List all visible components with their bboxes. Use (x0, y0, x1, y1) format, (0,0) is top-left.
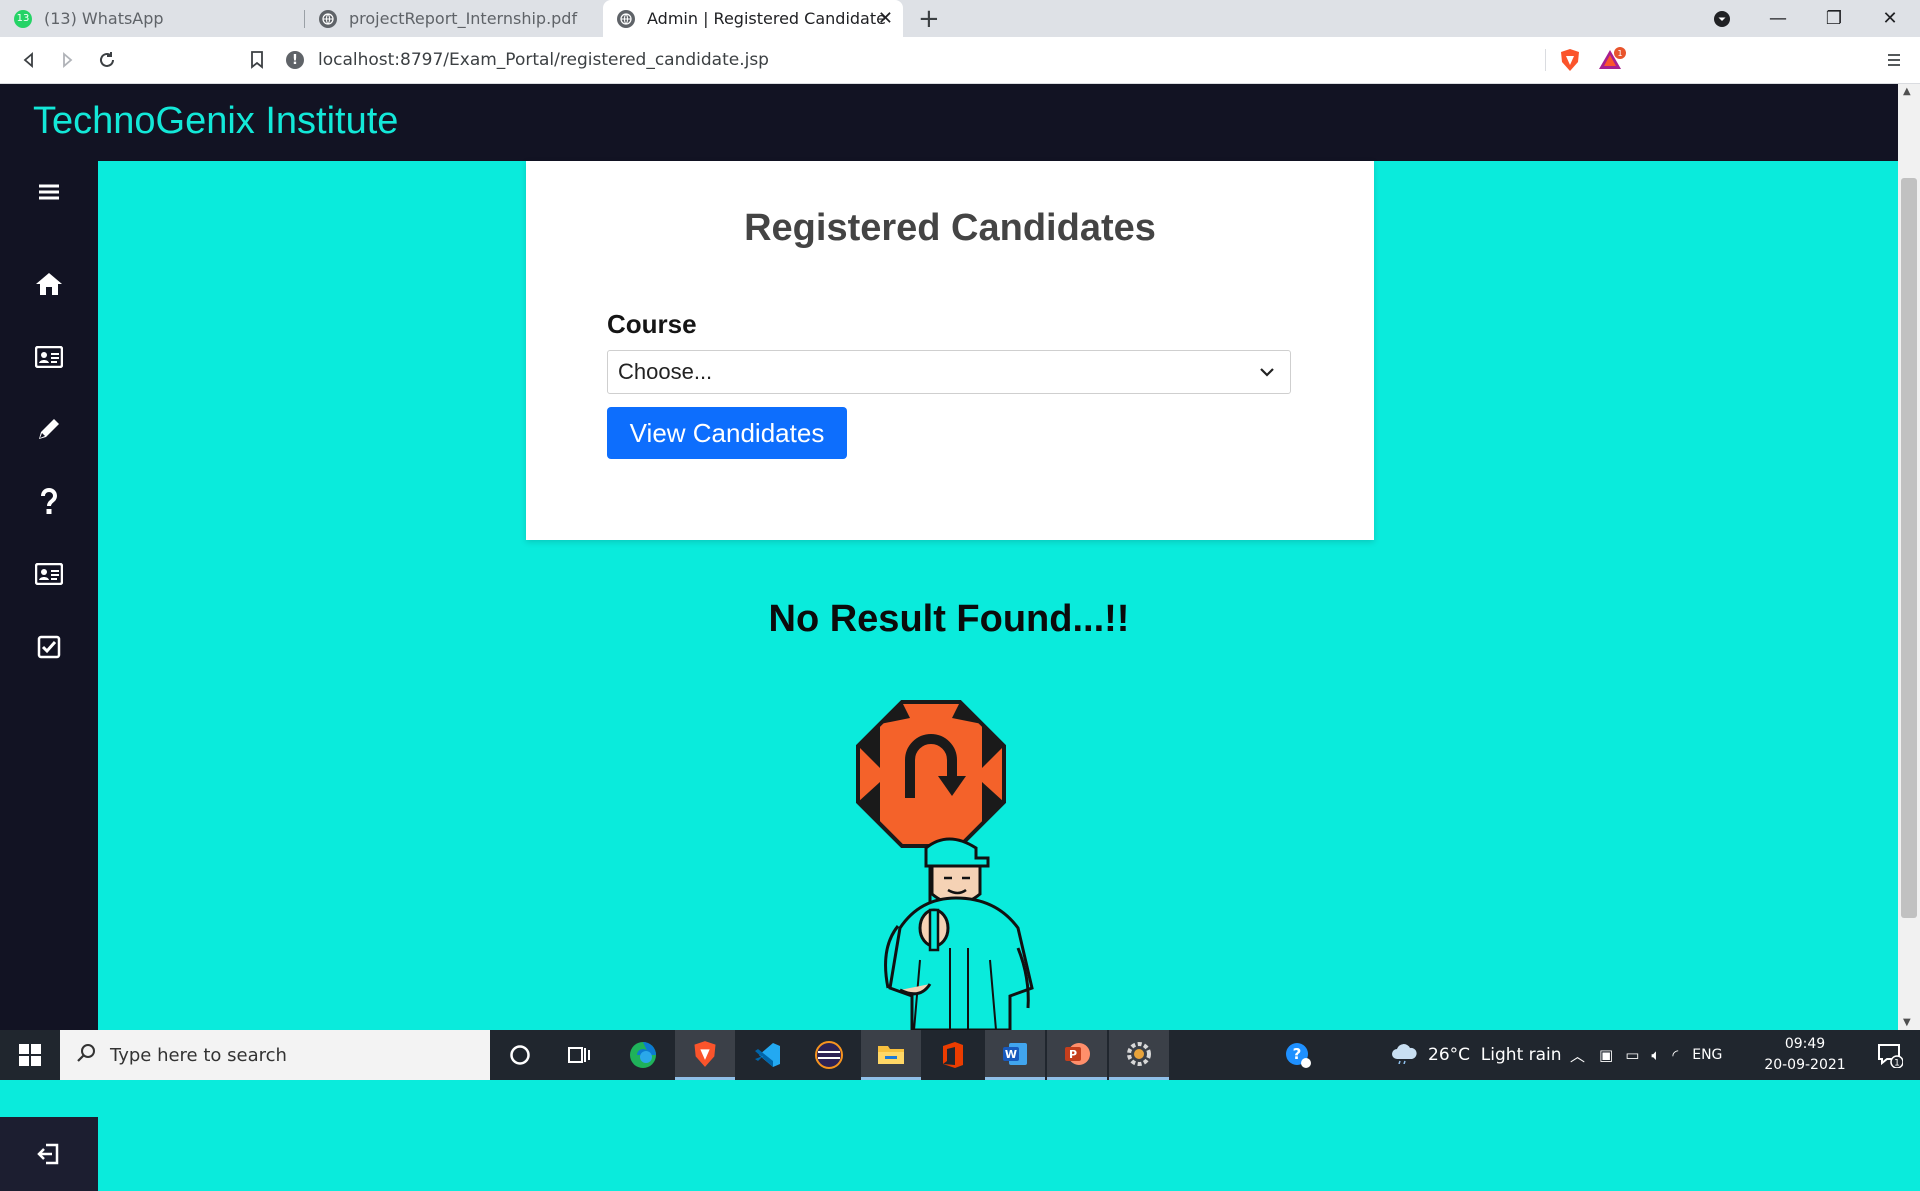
bookmark-icon[interactable] (242, 45, 272, 75)
new-tab-plus-icon[interactable]: + (918, 4, 940, 34)
course-select-value: Choose... (618, 359, 713, 384)
notifications-icon[interactable]: 1 (1860, 1030, 1920, 1080)
brand-title[interactable]: TechnoGenix Institute (33, 100, 398, 143)
forward-icon[interactable] (52, 45, 82, 75)
task-view-icon[interactable] (550, 1030, 610, 1080)
site-info-icon[interactable]: ! (286, 51, 304, 69)
scroll-up-icon[interactable]: ▲ (1903, 86, 1911, 97)
minimize-icon[interactable]: — (1750, 0, 1806, 37)
restore-icon[interactable]: ❐ (1806, 0, 1862, 37)
brave-rewards-icon[interactable]: 1 (1598, 46, 1626, 74)
browser-tab-bar: 13 (13) WhatsApp projectReport_Internshi… (0, 0, 1920, 37)
office-icon[interactable] (923, 1030, 983, 1080)
language-indicator[interactable]: ENG (1692, 1047, 1722, 1063)
weather-text: 26°C Light rain (1428, 1045, 1562, 1065)
meet-now-icon[interactable]: ▣ (1599, 1046, 1613, 1064)
svg-text:?: ? (1293, 1045, 1302, 1063)
search-placeholder: Type here to search (110, 1044, 287, 1066)
sidebar (0, 161, 98, 1191)
scrollbar-thumb[interactable] (1901, 178, 1917, 918)
globe-icon (617, 9, 635, 28)
logout-icon[interactable] (32, 1137, 66, 1171)
close-window-icon[interactable]: ✕ (1862, 0, 1918, 37)
help-icon[interactable]: ? (1268, 1030, 1328, 1080)
taskbar-search-box[interactable]: Type here to search (60, 1030, 490, 1080)
powerpoint-icon[interactable]: P (1047, 1030, 1107, 1080)
tab-search-icon[interactable] (1694, 0, 1750, 37)
clock[interactable]: 09:49 20-09-2021 (1760, 1034, 1850, 1076)
file-explorer-icon[interactable] (861, 1030, 921, 1080)
chevron-down-icon (1258, 361, 1276, 387)
clock-time: 09:49 (1784, 1036, 1826, 1052)
cloud-rain-icon (1390, 1042, 1418, 1069)
address-bar-row: ! localhost:8797/Exam_Portal/registered_… (0, 37, 1920, 84)
view-candidates-button[interactable]: View Candidates (607, 407, 847, 459)
menu-icon[interactable] (32, 175, 66, 209)
profile-card-icon[interactable] (32, 557, 66, 591)
home-icon[interactable] (32, 267, 66, 301)
divider (1545, 49, 1546, 71)
word-icon[interactable]: W (985, 1030, 1045, 1080)
reload-icon[interactable] (92, 45, 122, 75)
course-label: Course (607, 309, 697, 339)
scroll-down-icon[interactable]: ▼ (1903, 1017, 1911, 1028)
close-tab-icon[interactable]: ✕ (878, 8, 893, 29)
windows-taskbar: Type here to search W P ? 26°C Light rai… (0, 1030, 1920, 1080)
brave-taskbar-icon[interactable] (675, 1030, 735, 1080)
tab-whatsapp[interactable]: 13 (13) WhatsApp (0, 0, 303, 37)
page-title: Registered Candidates (744, 207, 1156, 249)
edge-icon[interactable] (613, 1030, 673, 1080)
battery-icon[interactable]: ▭ (1625, 1046, 1639, 1064)
back-icon[interactable] (14, 45, 44, 75)
url-text: localhost:8797/Exam_Portal/registered_ca… (318, 50, 769, 70)
svg-text:P: P (1069, 1048, 1077, 1061)
tray-icons: ︿ ▣ ▭ 🔈︎ ◜ ENG (1570, 1030, 1722, 1080)
vscode-icon[interactable] (737, 1030, 797, 1080)
brave-shields-icon[interactable] (1556, 46, 1584, 74)
registered-candidates-card: Registered Candidates Course Choose... V… (526, 161, 1374, 540)
course-select[interactable]: Choose... (607, 350, 1291, 394)
cortana-icon[interactable] (490, 1030, 550, 1080)
eclipse-icon[interactable] (799, 1030, 859, 1080)
tab-project-report[interactable]: projectReport_Internship.pdf (305, 0, 602, 37)
svg-text:W: W (1005, 1048, 1017, 1061)
question-icon[interactable] (32, 485, 66, 519)
page-scrollbar[interactable]: ▲ ▼ (1898, 84, 1920, 1030)
tab-label: projectReport_Internship.pdf (349, 9, 578, 28)
weather-widget[interactable]: 26°C Light rain (1390, 1030, 1562, 1080)
notification-count: 1 (1894, 1059, 1900, 1069)
svg-text:1: 1 (1617, 49, 1622, 58)
chevron-up-icon[interactable]: ︿ (1570, 1045, 1585, 1066)
no-result-message: No Result Found...!! (768, 598, 1130, 640)
settings-gear-icon[interactable] (1109, 1030, 1169, 1080)
windows-start-icon[interactable] (0, 1030, 60, 1080)
browser-menu-icon[interactable] (1880, 46, 1908, 74)
clock-date: 20-09-2021 (1764, 1057, 1846, 1073)
sidebar-footer (0, 1117, 98, 1191)
wifi-icon[interactable]: ◜ (1672, 1046, 1678, 1064)
whatsapp-icon: 13 (14, 9, 32, 28)
url-field[interactable]: ! localhost:8797/Exam_Portal/registered_… (286, 44, 1546, 76)
globe-icon (319, 9, 337, 28)
top-navbar: TechnoGenix Institute (0, 84, 1898, 161)
id-card-icon[interactable] (32, 340, 66, 374)
search-icon (76, 1043, 96, 1068)
pencil-icon[interactable] (32, 412, 66, 446)
volume-icon[interactable]: 🔈︎ (1651, 1046, 1660, 1064)
tab-label: Admin | Registered Candidate (647, 9, 886, 28)
tab-label: (13) WhatsApp (44, 9, 164, 28)
u-turn-sign-man-illustration (840, 698, 1060, 1034)
tab-registered-candidate[interactable]: Admin | Registered Candidate ✕ (603, 0, 903, 37)
